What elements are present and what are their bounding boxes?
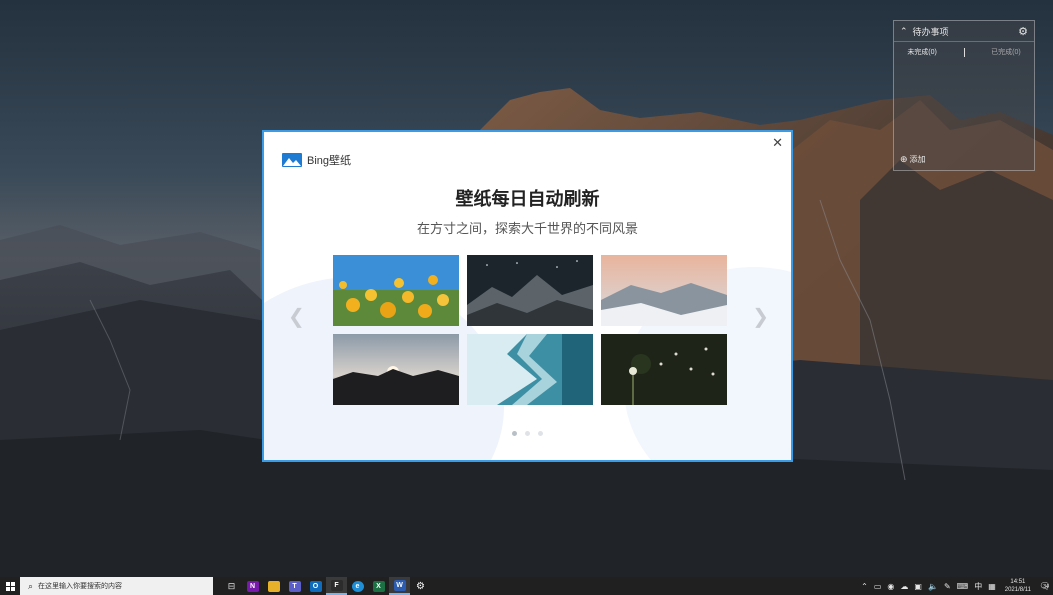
start-button[interactable] [0, 577, 20, 595]
thumbnail-flowers[interactable] [333, 255, 459, 326]
edge-icon[interactable]: e [347, 577, 368, 595]
add-todo-button[interactable]: ⊕ 添加 [900, 154, 926, 165]
outlook-icon[interactable]: O [305, 577, 326, 595]
task-view-icon[interactable]: ⊟ [221, 577, 242, 595]
thumbnail-misty-peaks[interactable] [601, 255, 727, 326]
bing-wallpaper-logo-icon [282, 153, 302, 167]
clock[interactable]: 14:51 2021/8/11 [1005, 578, 1031, 594]
chevron-left-icon[interactable]: ❮ [288, 304, 305, 329]
brand: Bing壁纸 [282, 152, 351, 168]
todo-widget: ⌃ 待办事项 ⚙ 未完成(0) 已完成(0) ⊕ 添加 [893, 20, 1035, 171]
figma-icon[interactable]: F [326, 577, 347, 595]
thumbnail-night-mountains[interactable] [467, 255, 593, 326]
windows-logo-icon [5, 581, 15, 591]
gear-icon[interactable]: ⚙ [1018, 25, 1028, 38]
plus-circle-icon: ⊕ [900, 154, 908, 164]
notification-center-icon[interactable]: 🗨 34 [1037, 577, 1053, 595]
pager-dot[interactable] [512, 431, 517, 436]
chevron-right-icon[interactable]: ❯ [752, 304, 769, 329]
settings-icon[interactable]: ⚙ [410, 577, 431, 595]
notification-count: 34 [1043, 583, 1049, 590]
window-icon[interactable]: ▣ [914, 582, 922, 591]
onenote-icon[interactable]: N [242, 577, 263, 595]
taskbar-apps: ⊟ N T O F e X W ⚙ [221, 577, 431, 595]
pager-dot[interactable] [525, 431, 530, 436]
file-explorer-icon[interactable] [263, 577, 284, 595]
tab-divider [963, 47, 965, 57]
monitor-icon[interactable]: ▭ [874, 582, 882, 591]
dialog-headline: 壁纸每日自动刷新 [455, 189, 600, 209]
thumbnail-sunset-mountains[interactable] [333, 334, 459, 405]
todo-title: 待办事项 [912, 26, 949, 37]
pen-icon[interactable]: ✎ [944, 582, 951, 591]
dialog-subline: 在方寸之间，探索大千世界的不同风景 [416, 221, 638, 236]
teams-icon[interactable]: T [284, 577, 305, 595]
pager-dots [264, 431, 791, 436]
todo-tabs: 未完成(0) 已完成(0) [894, 42, 1034, 62]
excel-icon[interactable]: X [368, 577, 389, 595]
taskbar: ⌕ 在这里输入你要搜索的内容 ⊟ N T O F e X W ⚙ ⌃ ▭ ◉ ☁… [0, 577, 1053, 595]
thumbnail-dandelion[interactable] [601, 334, 727, 405]
word-icon[interactable]: W [389, 577, 410, 595]
volume-icon[interactable]: 🔈 [928, 582, 938, 591]
clock-date: 2021/8/11 [1004, 587, 1031, 593]
todo-header: ⌃ 待办事项 ⚙ [894, 21, 1034, 42]
system-tray: ⌃ ▭ ◉ ☁ ▣ 🔈 ✎ ⌨ 中 ▦ 14:51 2021/8/11 🗨 34 [858, 577, 1053, 595]
chevron-up-icon[interactable]: ⌃ [861, 582, 868, 591]
cloud-icon[interactable]: ☁ [900, 582, 908, 591]
ime-indicator[interactable]: 中 [974, 581, 982, 592]
keyboard-icon[interactable]: ⌨ [957, 582, 969, 591]
ime-mode-icon[interactable]: ▦ [988, 582, 996, 591]
bing-wallpaper-dialog: ✕ Bing壁纸 壁纸每日自动刷新 在方寸之间，探索大千世界的不同风景 ❮ ❯ [262, 130, 793, 462]
tab-pending[interactable]: 未完成(0) [907, 47, 937, 57]
brand-name: Bing壁纸 [307, 155, 352, 167]
tab-done[interactable]: 已完成(0) [991, 47, 1021, 57]
add-todo-label: 添加 [909, 155, 926, 164]
pager-dot[interactable] [538, 431, 543, 436]
network-icon[interactable]: ◉ [887, 582, 894, 591]
search-icon: ⌕ [28, 580, 34, 591]
taskbar-search-box[interactable]: ⌕ 在这里输入你要搜索的内容 [20, 577, 213, 595]
clock-time: 14:51 [1010, 579, 1026, 585]
search-placeholder: 在这里输入你要搜索的内容 [38, 583, 123, 590]
close-icon[interactable]: ✕ [772, 135, 783, 151]
chevron-up-icon[interactable]: ⌃ [900, 26, 908, 37]
thumbnail-ocean-waves[interactable] [467, 334, 593, 405]
